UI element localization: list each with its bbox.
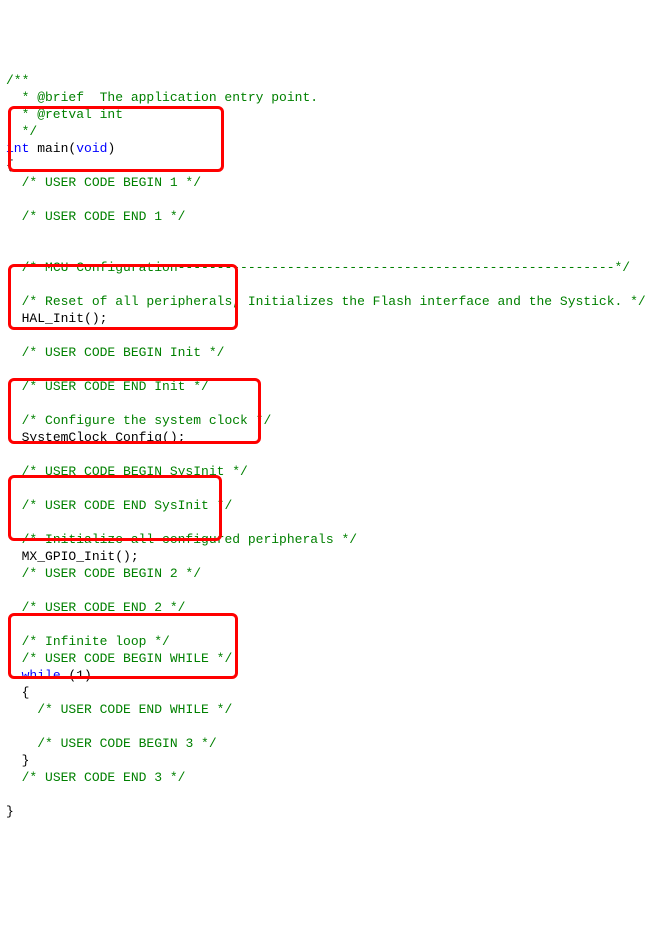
user-code-begin-1: /* USER CODE BEGIN 1 */ — [22, 175, 201, 190]
brace-open: { — [6, 158, 14, 173]
keyword-while: while — [22, 668, 61, 683]
mcu-config-comment: /* MCU Configuration--------------------… — [22, 260, 631, 275]
user-code-begin-while: /* USER CODE BEGIN WHILE */ — [22, 651, 233, 666]
while-brace-open: { — [22, 685, 30, 700]
doc-comment: */ — [6, 124, 37, 139]
keyword-void: void — [76, 141, 107, 156]
sysclk-call: SystemClock_Config(); — [22, 430, 186, 445]
user-code-begin-3: /* USER CODE BEGIN 3 */ — [37, 736, 216, 751]
user-code-end-2: /* USER CODE END 2 */ — [22, 600, 186, 615]
reset-comment: /* Reset of all peripherals, Initializes… — [22, 294, 646, 309]
user-code-begin-init: /* USER CODE BEGIN Init */ — [22, 345, 225, 360]
keyword-int: int — [6, 141, 29, 156]
while-cond: (1) — [61, 668, 92, 683]
user-code-end-3: /* USER CODE END 3 */ — [22, 770, 186, 785]
user-code-begin-2: /* USER CODE BEGIN 2 */ — [22, 566, 201, 581]
user-code-end-1: /* USER CODE END 1 */ — [22, 209, 186, 224]
doc-comment: * @brief The application entry point. — [6, 90, 318, 105]
user-code-begin-sysinit: /* USER CODE BEGIN SysInit */ — [22, 464, 248, 479]
doc-comment: * @retval int — [6, 107, 123, 122]
doc-comment: /** — [6, 73, 29, 88]
user-code-end-while: /* USER CODE END WHILE */ — [37, 702, 232, 717]
user-code-end-init: /* USER CODE END Init */ — [22, 379, 209, 394]
hal-init-call: HAL_Init(); — [22, 311, 108, 326]
init-periph-comment: /* Initialize all configured peripherals… — [22, 532, 357, 547]
paren-close: ) — [107, 141, 115, 156]
brace-close: } — [6, 804, 14, 819]
user-code-end-sysinit: /* USER CODE END SysInit */ — [22, 498, 233, 513]
func-main: main( — [29, 141, 76, 156]
mx-gpio-call: MX_GPIO_Init(); — [22, 549, 139, 564]
sysclk-comment: /* Configure the system clock */ — [22, 413, 272, 428]
infinite-loop-comment: /* Infinite loop */ — [22, 634, 170, 649]
while-brace-close: } — [22, 753, 30, 768]
